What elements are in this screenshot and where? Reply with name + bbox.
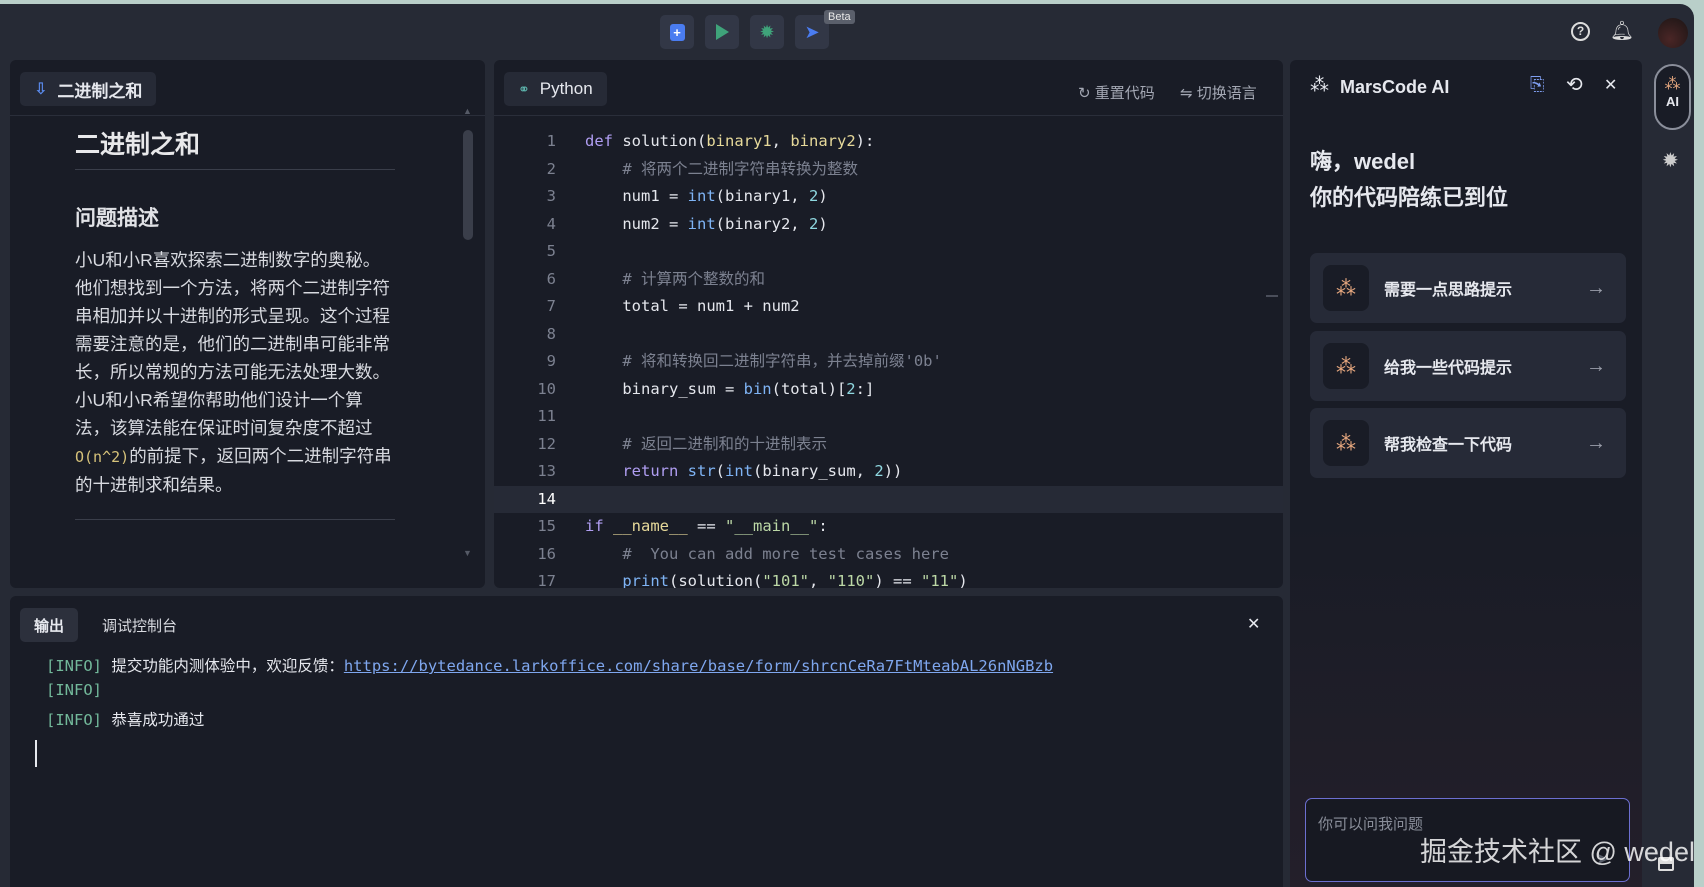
code-editor[interactable]: 1 def solution(binary1, binary2): 2 # 将两个… bbox=[494, 128, 1283, 588]
code-line: 5 bbox=[546, 242, 556, 260]
debug-button[interactable]: ✹ bbox=[750, 15, 784, 49]
code-line: 8 bbox=[546, 324, 556, 343]
code-line: 10 binary_sum = bin(total)[2:] bbox=[537, 379, 875, 398]
greeting: 嗨，wedel bbox=[1310, 149, 1416, 174]
card-label: 给我一些代码提示 bbox=[1384, 360, 1513, 377]
sparkle-icon: ⁂ bbox=[1323, 265, 1369, 311]
history-icon[interactable]: ⟲ bbox=[1566, 72, 1583, 97]
text-cursor bbox=[35, 740, 37, 767]
code-line: 1 def solution(binary1, binary2): bbox=[546, 132, 875, 150]
bug-icon[interactable]: ✹ bbox=[1662, 148, 1679, 173]
sparkle-icon: ⁂ bbox=[1323, 343, 1369, 389]
beta-badge: Beta bbox=[824, 10, 855, 24]
card-label: 帮我检查一下代码 bbox=[1384, 437, 1513, 454]
reset-code-button[interactable]: ↻ 重置代码 bbox=[1078, 82, 1155, 103]
switch-language-button[interactable]: ⇋ 切换语言 bbox=[1180, 82, 1257, 103]
right-rail: ⁂ AI ✹ bbox=[1645, 60, 1694, 887]
hint-card-check[interactable]: ⁂ 帮我检查一下代码 → bbox=[1310, 408, 1626, 478]
problem-panel: ⇩ 二进制之和 二进制之和 问题描述 小U和小R喜欢探索二进制数字的奥秘。他们想… bbox=[10, 60, 485, 588]
app-window: + ✹ ➤ Beta ? 🔔︎ ⇩ 二进制之和 二进制之和 问题描述 小U和小R… bbox=[0, 4, 1694, 887]
code-line: 6 # 计算两个整数的和 bbox=[546, 269, 765, 288]
bell-icon[interactable]: 🔔︎ bbox=[1610, 19, 1634, 43]
sparkle-icon: ⁂ bbox=[1310, 75, 1329, 96]
code-line: 9 # 将和转换回二进制字符串，并去掉前缀'0b' bbox=[546, 352, 942, 370]
refresh-icon: ↻ bbox=[1078, 85, 1095, 102]
run-button[interactable] bbox=[705, 15, 739, 49]
editor-panel: ⚭ Python ↻ 重置代码 ⇋ 切换语言 1 def solution(bin… bbox=[494, 60, 1283, 588]
minimap-marker bbox=[1266, 295, 1278, 297]
code-line-current: 14 bbox=[494, 485, 1283, 513]
top-toolbar: + ✹ ➤ Beta ? 🔔︎ bbox=[0, 4, 1694, 60]
arrow-right-icon: → bbox=[1586, 276, 1606, 299]
scroll-up-icon[interactable]: ▲ bbox=[463, 106, 472, 116]
problem-tab[interactable]: ⇩ 二进制之和 bbox=[20, 72, 157, 106]
arrow-right-icon: → bbox=[1586, 354, 1606, 377]
problem-description: 小U和小R喜欢探索二进制数字的奥秘。他们想找到一个方法，将两个二进制字符串相加并… bbox=[75, 246, 395, 499]
scrollbar[interactable] bbox=[463, 130, 473, 240]
card-label: 需要一点思路提示 bbox=[1384, 282, 1513, 299]
output-line: [INFO] 提交功能内测体验中，欢迎反馈：https://bytedance.… bbox=[46, 657, 1054, 675]
tab-output[interactable]: 输出 bbox=[20, 608, 79, 642]
output-panel: 输出 调试控制台 ✕ [INFO] 提交功能内测体验中，欢迎反馈：https:/… bbox=[10, 596, 1283, 887]
code-line: 16 # You can add more test cases here bbox=[537, 544, 949, 563]
watermark: 掘金技术社区 @ wedel bbox=[1420, 837, 1694, 867]
chat-placeholder: 你可以问我问题 bbox=[1318, 816, 1424, 833]
python-icon: ⚭ bbox=[518, 80, 530, 97]
arrow-down-icon: ⇩ bbox=[34, 81, 48, 98]
ai-rail-label: AI bbox=[1666, 94, 1679, 109]
complexity-code: O(n^2) bbox=[75, 448, 130, 466]
desc-text: 小U和小R喜欢探索二进制数字的奥秘。他们想找到一个方法，将两个二进制字符串相加并… bbox=[75, 250, 390, 438]
sparkle-icon: ⁂ bbox=[1664, 76, 1681, 93]
scroll-down-icon[interactable]: ▼ bbox=[463, 548, 472, 558]
close-ai-icon[interactable]: ✕ bbox=[1604, 75, 1617, 95]
sparkle-icon: ⁂ bbox=[1323, 420, 1369, 466]
switch-label: 切换语言 bbox=[1196, 85, 1257, 102]
play-icon bbox=[715, 24, 729, 40]
plus-square-icon: + bbox=[669, 23, 685, 41]
problem-title: 二进制之和 bbox=[75, 125, 395, 170]
output-line: [INFO] bbox=[46, 681, 102, 699]
output-line: [INFO] 恭喜成功通过 bbox=[46, 711, 205, 729]
code-line: 4 num2 = int(binary2, 2) bbox=[546, 214, 828, 233]
section-heading: 问题描述 bbox=[75, 207, 159, 230]
close-icon[interactable]: ✕ bbox=[1247, 614, 1260, 634]
code-line: 7 total = num1 + num2 bbox=[546, 297, 800, 315]
ai-panel: ⁂ MarsCode AI ⎘ ⟲ ✕ 嗨，wedel 你的代码陪练已到位 ⁂ 需… bbox=[1290, 60, 1642, 887]
code-line: 17 print(solution("101", "110") == "11") bbox=[537, 572, 968, 588]
feedback-link[interactable]: https://bytedance.larkoffice.com/share/b… bbox=[344, 657, 1053, 675]
code-line: 11 bbox=[537, 407, 556, 425]
new-chat-icon[interactable]: ⎘ bbox=[1530, 74, 1544, 95]
language-label: Python bbox=[539, 79, 593, 98]
ai-title: MarsCode AI bbox=[1340, 77, 1450, 97]
code-line: 13 return str(int(binary_sum, 2)) bbox=[537, 462, 903, 480]
divider bbox=[75, 519, 395, 520]
arrow-right-icon: → bbox=[1586, 431, 1606, 454]
submit-button[interactable]: + bbox=[660, 15, 694, 49]
code-line: 2 # 将两个二进制字符串转换为整数 bbox=[546, 159, 858, 178]
bug-icon: ✹ bbox=[759, 21, 775, 42]
code-line: 3 num1 = int(binary1, 2) bbox=[546, 187, 828, 205]
code-line: 12 # 返回二进制和的十进制表示 bbox=[537, 434, 827, 453]
code-line: 15 if __name__ == "__main__": bbox=[537, 517, 828, 535]
avatar[interactable] bbox=[1658, 18, 1688, 48]
paper-plane-icon: ➤ bbox=[804, 21, 820, 42]
help-icon[interactable]: ? bbox=[1571, 22, 1590, 41]
problem-content: 二进制之和 问题描述 小U和小R喜欢探索二进制数字的奥秘。他们想找到一个方法，将… bbox=[75, 125, 395, 520]
hint-card-idea[interactable]: ⁂ 需要一点思路提示 → bbox=[1310, 253, 1626, 323]
ai-rail-button[interactable]: ⁂ AI bbox=[1654, 64, 1691, 130]
reset-label: 重置代码 bbox=[1094, 85, 1155, 102]
hint-card-code[interactable]: ⁂ 给我一些代码提示 → bbox=[1310, 331, 1626, 401]
language-tab[interactable]: ⚭ Python bbox=[504, 72, 607, 106]
tab-debug-console[interactable]: 调试控制台 bbox=[88, 608, 191, 642]
swap-icon: ⇋ bbox=[1180, 85, 1197, 102]
problem-tab-label: 二进制之和 bbox=[57, 81, 143, 101]
greeting-subtitle: 你的代码陪练已到位 bbox=[1310, 185, 1509, 210]
